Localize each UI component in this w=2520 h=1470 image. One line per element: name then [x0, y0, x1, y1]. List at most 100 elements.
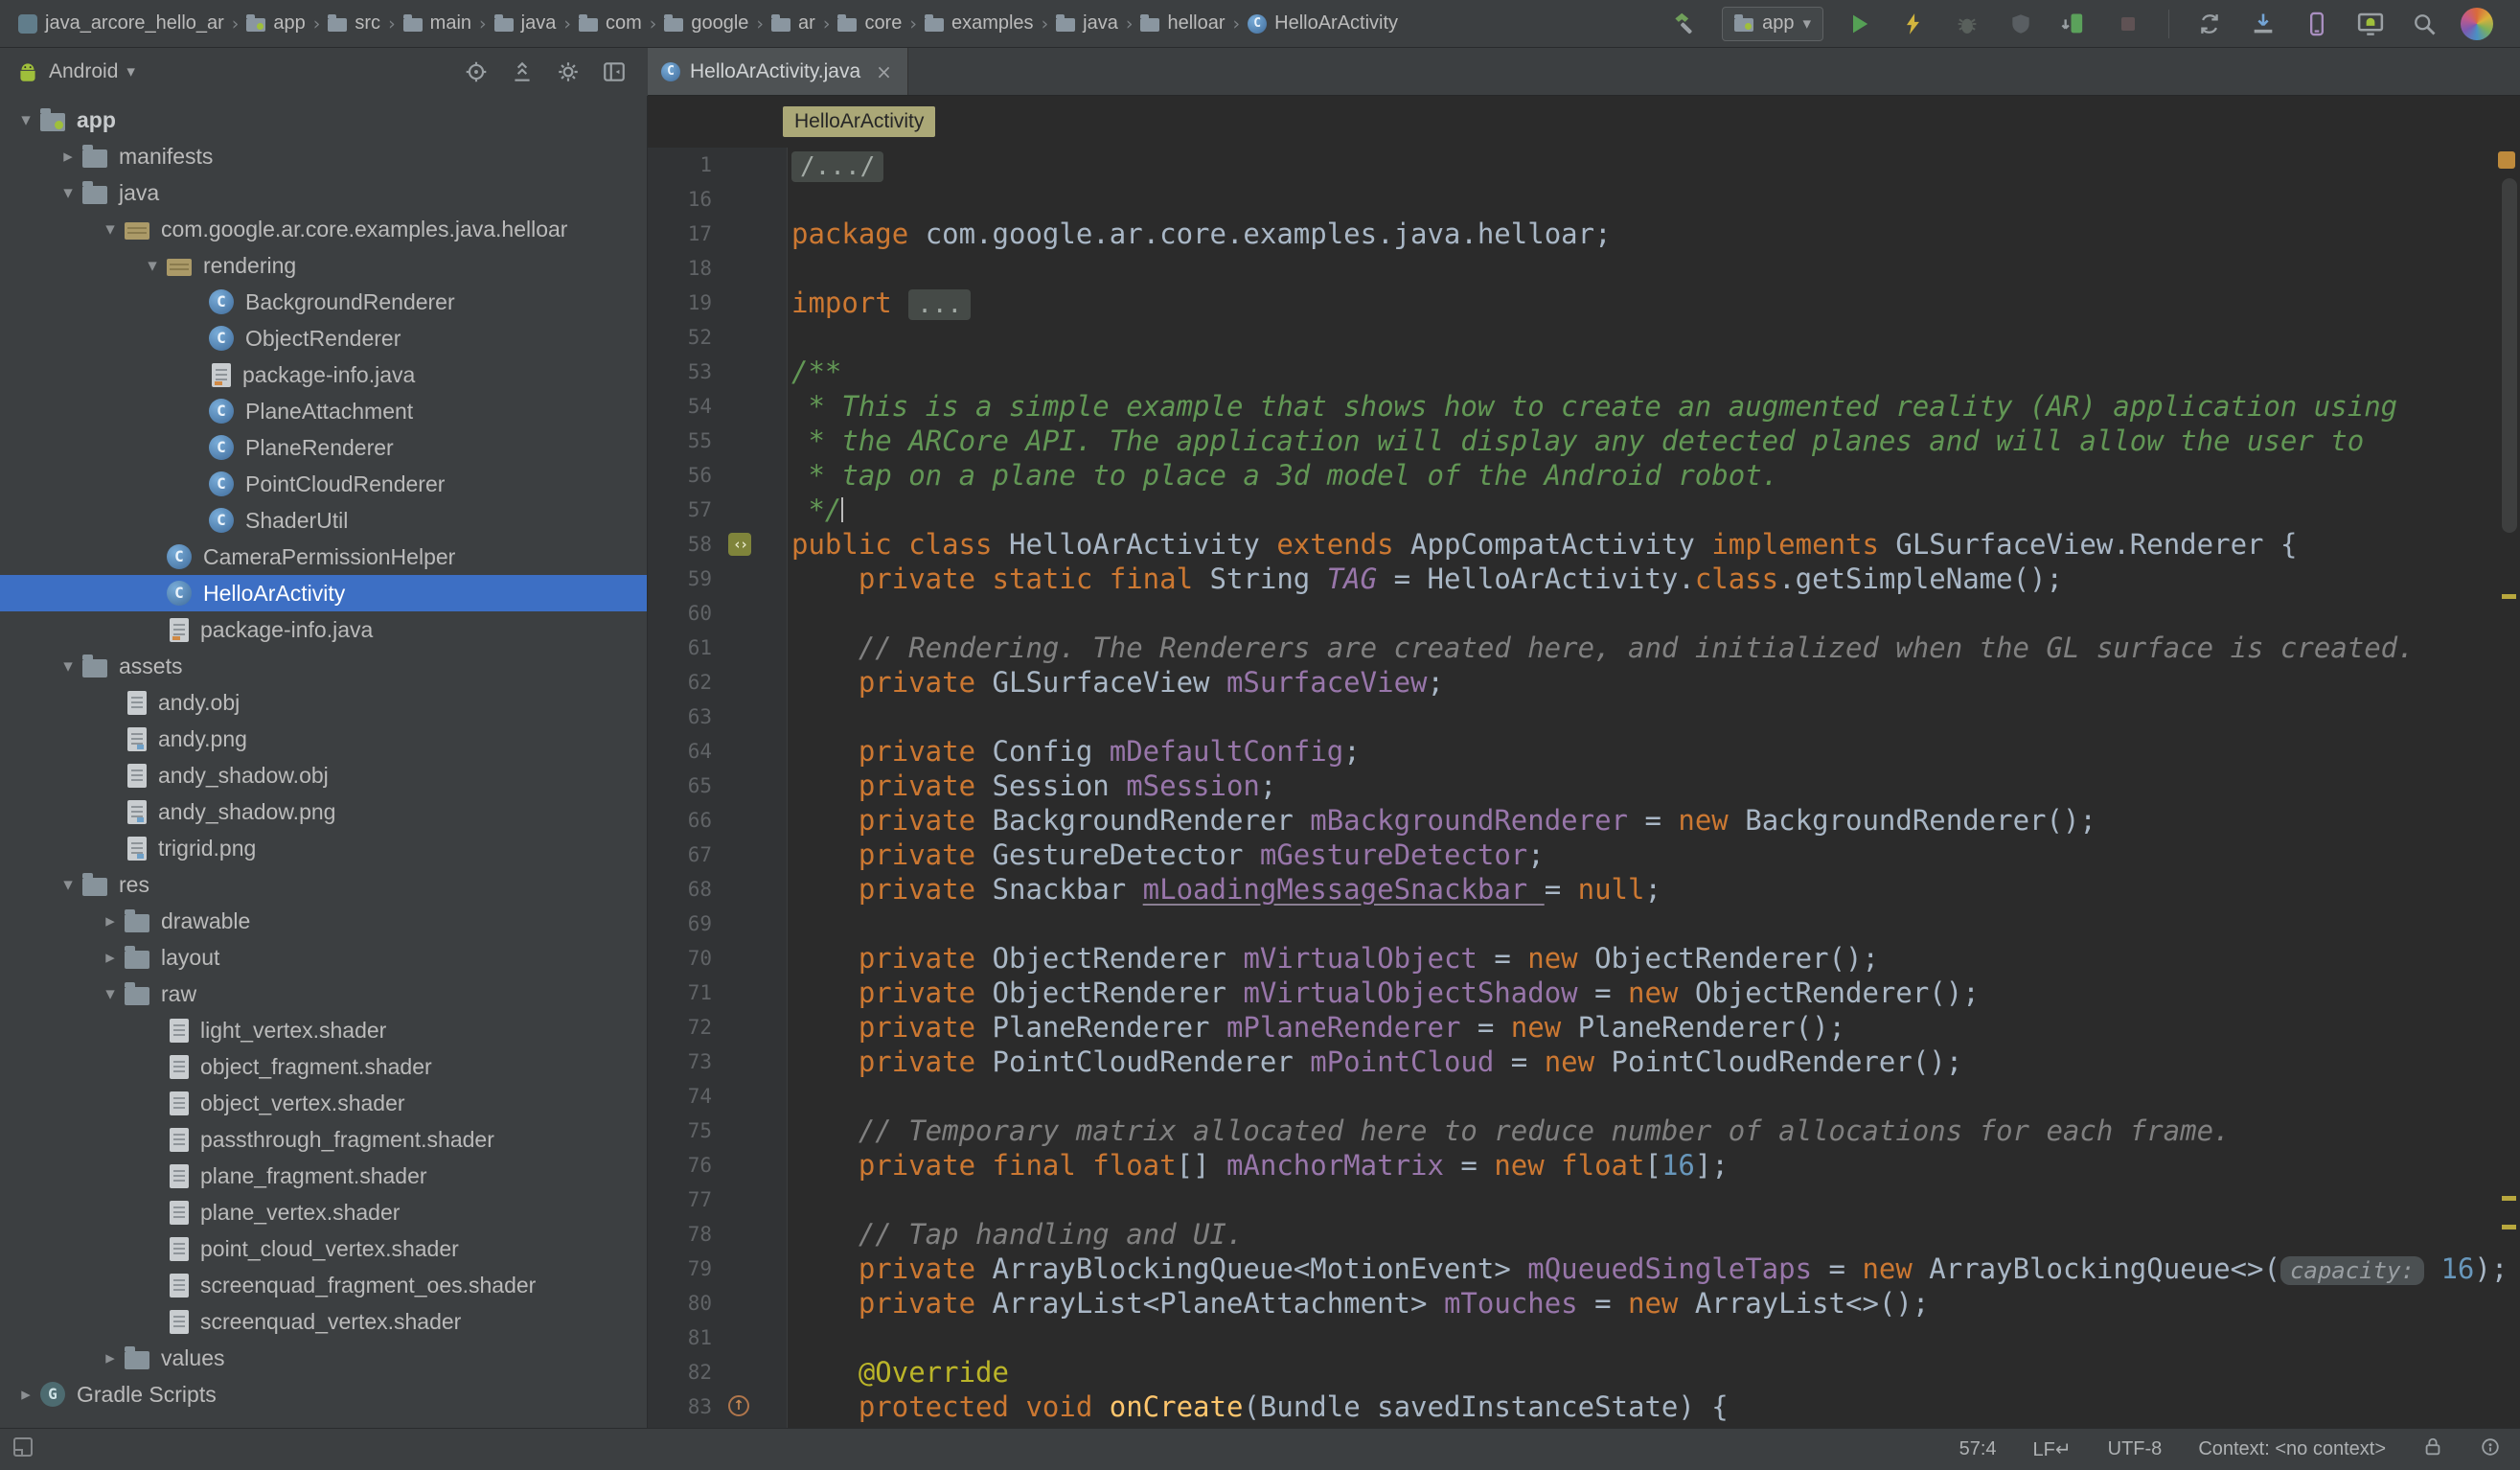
tree-item-andy-png[interactable]: andy.png	[0, 721, 647, 757]
code-line-66[interactable]: private BackgroundRenderer mBackgroundRe…	[648, 803, 2499, 838]
project-view-selector[interactable]: Android ▾	[15, 59, 135, 84]
code-line-81[interactable]	[648, 1321, 2499, 1355]
highlighting-level-icon[interactable]	[2480, 1436, 2501, 1463]
breadcrumb-main[interactable]: main	[399, 10, 476, 37]
chevron-right-icon[interactable]: ▸	[96, 910, 125, 931]
attach-debugger-icon[interactable]	[2057, 7, 2092, 41]
close-icon[interactable]: ×	[876, 60, 892, 83]
breadcrumb-src[interactable]: src	[323, 10, 385, 37]
code-line-63[interactable]	[648, 700, 2499, 734]
code-line-71[interactable]: private ObjectRenderer mVirtualObjectSha…	[648, 976, 2499, 1010]
tree-item-manifests[interactable]: ▸manifests	[0, 138, 647, 174]
tree-item-andy-shadow-png[interactable]: andy_shadow.png	[0, 793, 647, 830]
code-line-80[interactable]: private ArrayList<PlaneAttachment> mTouc…	[648, 1286, 2499, 1321]
chevron-down-icon[interactable]: ▾	[54, 655, 82, 677]
apply-changes-lightning-icon[interactable]	[1896, 7, 1931, 41]
code-line-55[interactable]: * the ARCore API. The application will d…	[648, 424, 2499, 458]
code-line-74[interactable]	[648, 1079, 2499, 1114]
avd-manager-phone-icon[interactable]	[2300, 7, 2334, 41]
code-line-79[interactable]: private ArrayBlockingQueue<MotionEvent> …	[648, 1252, 2499, 1286]
tree-item-layout[interactable]: ▸layout	[0, 939, 647, 976]
editor-scrollbar-thumb[interactable]	[2502, 178, 2517, 533]
tree-item-passthrough-fragment-shader[interactable]: passthrough_fragment.shader	[0, 1121, 647, 1158]
tree-item-screenquad-fragment-oes-shader[interactable]: screenquad_fragment_oes.shader	[0, 1267, 647, 1303]
build-hammer-icon[interactable]	[1668, 7, 1703, 41]
tree-item-pointcloudrenderer[interactable]: CPointCloudRenderer	[0, 466, 647, 502]
breadcrumb-examples[interactable]: examples	[920, 10, 1039, 37]
breadcrumb-core[interactable]: core	[833, 10, 906, 37]
coverage-shield-icon[interactable]	[2004, 7, 2038, 41]
tree-item-backgroundrenderer[interactable]: CBackgroundRenderer	[0, 284, 647, 320]
tree-item-rendering[interactable]: ▾rendering	[0, 247, 647, 284]
breadcrumb-ar[interactable]: ar	[767, 10, 820, 37]
tree-item-planerenderer[interactable]: CPlaneRenderer	[0, 429, 647, 466]
code-line-75[interactable]: // Temporary matrix allocated here to re…	[648, 1114, 2499, 1148]
tree-item-helloaractivity[interactable]: CHelloArActivity	[0, 575, 647, 611]
tab-helloaractivity-java[interactable]: C HelloArActivity.java ×	[648, 48, 908, 95]
tree-item-plane-vertex-shader[interactable]: plane_vertex.shader	[0, 1194, 647, 1230]
tree-item-java[interactable]: ▾java	[0, 174, 647, 211]
tree-item-app[interactable]: ▾app	[0, 102, 647, 138]
code-line-17[interactable]: package com.google.ar.core.examples.java…	[648, 217, 2499, 251]
breadcrumb-com[interactable]: com	[574, 10, 647, 37]
code-line-52[interactable]	[648, 320, 2499, 355]
code-line-70[interactable]: private ObjectRenderer mVirtualObject = …	[648, 941, 2499, 976]
settings-gear-icon[interactable]	[556, 59, 581, 84]
code-line-82[interactable]: @Override	[648, 1355, 2499, 1390]
search-everywhere-icon[interactable]	[2407, 7, 2441, 41]
chevron-down-icon[interactable]: ▾	[11, 109, 40, 130]
readonly-lock-icon[interactable]	[2422, 1436, 2443, 1463]
tree-item-andy-shadow-obj[interactable]: andy_shadow.obj	[0, 757, 647, 793]
collapse-all-icon[interactable]	[510, 59, 535, 84]
code-line-54[interactable]: * This is a simple example that shows ho…	[648, 389, 2499, 424]
code-line-61[interactable]: // Rendering. The Renderers are created …	[648, 631, 2499, 665]
chevron-down-icon[interactable]: ▾	[54, 182, 82, 203]
breadcrumb-helloaractivity[interactable]: CHelloArActivity	[1243, 10, 1403, 37]
tree-item-values[interactable]: ▸values	[0, 1340, 647, 1376]
code-line-16[interactable]	[648, 182, 2499, 217]
tree-item-objectrenderer[interactable]: CObjectRenderer	[0, 320, 647, 356]
code-line-65[interactable]: private Session mSession;	[648, 769, 2499, 803]
chevron-down-icon[interactable]: ▾	[96, 983, 125, 1004]
code-line-68[interactable]: private Snackbar mLoadingMessageSnackbar…	[648, 872, 2499, 907]
tree-item-camerapermissionhelper[interactable]: CCameraPermissionHelper	[0, 539, 647, 575]
run-configuration-select[interactable]: app ▾	[1722, 7, 1823, 41]
toolwindow-toggle-icon[interactable]	[11, 1436, 34, 1464]
encoding-widget[interactable]: UTF-8	[2108, 1438, 2163, 1460]
device-monitor-icon[interactable]	[2353, 7, 2388, 41]
sdk-manager-download-icon[interactable]	[2246, 7, 2280, 41]
code-line-62[interactable]: private GLSurfaceView mSurfaceView;	[648, 665, 2499, 700]
code-line-60[interactable]	[648, 596, 2499, 631]
context-widget[interactable]: Context: <no context>	[2198, 1438, 2386, 1460]
sync-gradle-icon[interactable]	[2192, 7, 2227, 41]
code-line-58[interactable]: public class HelloArActivity extends App…	[648, 527, 2499, 562]
breadcrumb-app[interactable]: app	[241, 10, 309, 37]
code-line-72[interactable]: private PlaneRenderer mPlaneRenderer = n…	[648, 1010, 2499, 1045]
code-line-83[interactable]: protected void onCreate(Bundle savedInst…	[648, 1390, 2499, 1424]
code-line-18[interactable]	[648, 251, 2499, 286]
code-line-19[interactable]: import ...	[648, 286, 2499, 320]
code-line-69[interactable]	[648, 907, 2499, 941]
tree-item-andy-obj[interactable]: andy.obj	[0, 684, 647, 721]
code-line-59[interactable]: private static final String TAG = HelloA…	[648, 562, 2499, 596]
tree-item-res[interactable]: ▾res	[0, 866, 647, 903]
chevron-right-icon[interactable]: ▸	[96, 1347, 125, 1368]
tree-item-assets[interactable]: ▾assets	[0, 648, 647, 684]
chevron-right-icon[interactable]: ▸	[96, 947, 125, 968]
locate-file-icon[interactable]	[464, 59, 489, 84]
inspection-status-indicator[interactable]	[2498, 151, 2515, 169]
breadcrumb-java[interactable]: java	[490, 10, 561, 37]
tree-item-shaderutil[interactable]: CShaderUtil	[0, 502, 647, 539]
tree-item-package-info-java[interactable]: package-info.java	[0, 356, 647, 393]
chevron-down-icon[interactable]: ▾	[54, 874, 82, 895]
code-line-73[interactable]: private PointCloudRenderer mPointCloud =…	[648, 1045, 2499, 1079]
breadcrumb-java[interactable]: java	[1051, 10, 1123, 37]
tree-item-plane-fragment-shader[interactable]: plane_fragment.shader	[0, 1158, 647, 1194]
folded-region[interactable]: ...	[908, 289, 971, 320]
tree-item-drawable[interactable]: ▸drawable	[0, 903, 647, 939]
chevron-down-icon[interactable]: ▾	[96, 218, 125, 240]
code-line-57[interactable]: */	[648, 493, 2499, 527]
hide-panel-icon[interactable]	[602, 59, 627, 84]
tree-item-screenquad-vertex-shader[interactable]: screenquad_vertex.shader	[0, 1303, 647, 1340]
debug-bug-icon[interactable]	[1950, 7, 1984, 41]
